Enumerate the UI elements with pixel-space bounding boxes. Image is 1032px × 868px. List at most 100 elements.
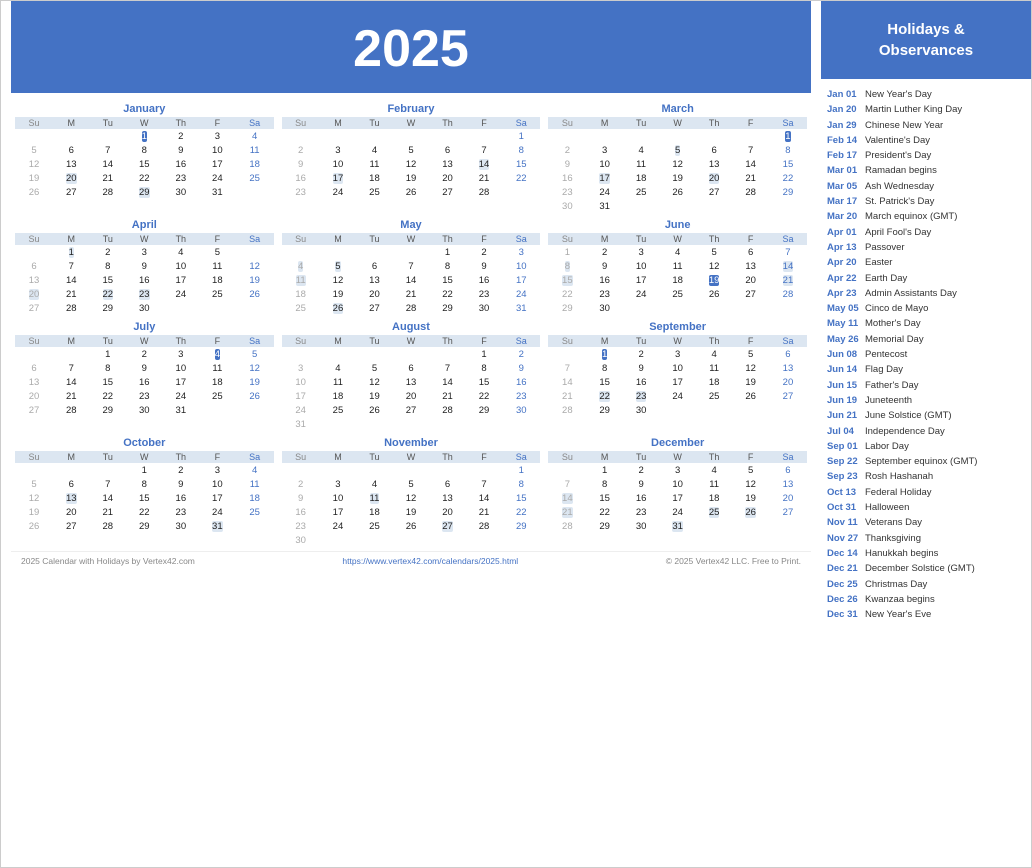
holiday-name: December Solstice (GMT)	[865, 562, 975, 575]
holiday-item: Dec 26Kwanzaa begins	[821, 592, 1031, 607]
holiday-date: Jun 08	[827, 348, 865, 361]
holiday-date: Jun 14	[827, 363, 865, 376]
month-may: May SuMTuWThFSa 123 45678910 11121314151…	[282, 219, 541, 315]
holiday-item: Apr 22Earth Day	[821, 271, 1031, 286]
holiday-item: Sep 23Rosh Hashanah	[821, 469, 1031, 484]
holiday-name: Independence Day	[865, 425, 945, 438]
holiday-item: Apr 01April Fool's Day	[821, 225, 1031, 240]
holiday-name: Earth Day	[865, 272, 907, 285]
footer: 2025 Calendar with Holidays by Vertex42.…	[11, 551, 811, 570]
month-march: March SuMTuWThFSa 1 2345678 910111213141…	[548, 103, 807, 213]
holiday-date: Apr 22	[827, 272, 865, 285]
holiday-date: May 11	[827, 317, 865, 330]
month-june: June SuMTuWThFSa 1234567 891011121314 15…	[548, 219, 807, 315]
holiday-date: Nov 11	[827, 516, 865, 529]
sidebar: Holidays &Observances Jan 01New Year's D…	[821, 1, 1031, 867]
holiday-date: Oct 31	[827, 501, 865, 514]
holiday-date: Jul 04	[827, 425, 865, 438]
holiday-name: Rosh Hashanah	[865, 470, 933, 483]
holiday-date: Dec 14	[827, 547, 865, 560]
holiday-item: Feb 14Valentine's Day	[821, 133, 1031, 148]
month-july: July SuMTuWThFSa 12345 6789101112 131415…	[15, 321, 274, 431]
month-april: April SuMTuWThFSa 12345 6789101112 13141…	[15, 219, 274, 315]
holiday-item: Mar 17St. Patrick's Day	[821, 194, 1031, 209]
holiday-name: President's Day	[865, 149, 931, 162]
holiday-date: Apr 13	[827, 241, 865, 254]
holiday-date: May 26	[827, 333, 865, 346]
holiday-item: May 26Memorial Day	[821, 332, 1031, 347]
holiday-date: May 05	[827, 302, 865, 315]
holiday-name: Veterans Day	[865, 516, 922, 529]
holiday-name: Cinco de Mayo	[865, 302, 928, 315]
footer-url[interactable]: https://www.vertex42.com/calendars/2025.…	[342, 556, 518, 566]
holiday-item: Sep 22September equinox (GMT)	[821, 454, 1031, 469]
month-september: September SuMTuWThFSa 123456 78910111213…	[548, 321, 807, 431]
holiday-name: Mother's Day	[865, 317, 921, 330]
holiday-date: Jun 21	[827, 409, 865, 422]
holiday-name: Chinese New Year	[865, 119, 943, 132]
month-february: February SuMTuWThFSa 1 2345678 910111213…	[282, 103, 541, 213]
holiday-name: Hanukkah begins	[865, 547, 938, 560]
holiday-name: Valentine's Day	[865, 134, 930, 147]
holiday-name: Halloween	[865, 501, 909, 514]
holiday-item: Mar 05Ash Wednesday	[821, 179, 1031, 194]
month-october: October SuMTuWThFSa 1234 567891011 12131…	[15, 437, 274, 547]
holiday-item: Jun 19Juneteenth	[821, 393, 1031, 408]
holiday-item: Oct 31Halloween	[821, 500, 1031, 515]
holiday-item: May 11Mother's Day	[821, 316, 1031, 331]
holiday-item: Jan 20Martin Luther King Day	[821, 102, 1031, 117]
holiday-name: April Fool's Day	[865, 226, 931, 239]
holiday-item: Sep 01Labor Day	[821, 439, 1031, 454]
holiday-item: Dec 31New Year's Eve	[821, 607, 1031, 622]
month-december: December SuMTuWThFSa 123456 78910111213 …	[548, 437, 807, 547]
holiday-item: Mar 20March equinox (GMT)	[821, 209, 1031, 224]
holiday-name: March equinox (GMT)	[865, 210, 957, 223]
holiday-date: Dec 26	[827, 593, 865, 606]
holiday-date: Apr 01	[827, 226, 865, 239]
holiday-item: Dec 25Christmas Day	[821, 577, 1031, 592]
holiday-date: Sep 23	[827, 470, 865, 483]
holiday-name: Father's Day	[865, 379, 919, 392]
month-november: November SuMTuWThFSa 1 2345678 910111213…	[282, 437, 541, 547]
holiday-name: September equinox (GMT)	[865, 455, 977, 468]
holiday-name: Martin Luther King Day	[865, 103, 962, 116]
holiday-date: Mar 01	[827, 164, 865, 177]
holiday-item: Jun 08Pentecost	[821, 347, 1031, 362]
holiday-name: Pentecost	[865, 348, 907, 361]
holiday-name: Easter	[865, 256, 892, 269]
holiday-name: Christmas Day	[865, 578, 927, 591]
holiday-name: Federal Holiday	[865, 486, 932, 499]
holiday-date: Sep 22	[827, 455, 865, 468]
holiday-name: Flag Day	[865, 363, 903, 376]
footer-left: 2025 Calendar with Holidays by Vertex42.…	[21, 556, 195, 566]
holiday-name: Admin Assistants Day	[865, 287, 957, 300]
holiday-date: Apr 20	[827, 256, 865, 269]
month-august: August SuMTuWThFSa 12 3456789 1011121314…	[282, 321, 541, 431]
holiday-item: Oct 13Federal Holiday	[821, 485, 1031, 500]
holiday-item: Dec 21December Solstice (GMT)	[821, 561, 1031, 576]
holiday-date: Jan 01	[827, 88, 865, 101]
holiday-date: Jan 29	[827, 119, 865, 132]
holiday-name: Ash Wednesday	[865, 180, 934, 193]
holiday-name: June Solstice (GMT)	[865, 409, 952, 422]
holiday-item: Nov 27Thanksgiving	[821, 531, 1031, 546]
holiday-item: Jun 21June Solstice (GMT)	[821, 408, 1031, 423]
holiday-date: Dec 31	[827, 608, 865, 621]
holiday-item: May 05Cinco de Mayo	[821, 301, 1031, 316]
sidebar-header: Holidays &Observances	[821, 1, 1031, 79]
holiday-item: Jan 29Chinese New Year	[821, 118, 1031, 133]
holiday-name: New Year's Day	[865, 88, 932, 101]
holiday-item: Apr 13Passover	[821, 240, 1031, 255]
holiday-item: Feb 17President's Day	[821, 148, 1031, 163]
holidays-list: Jan 01New Year's DayJan 20Martin Luther …	[821, 87, 1031, 622]
holiday-item: Nov 11Veterans Day	[821, 515, 1031, 530]
holiday-date: Mar 05	[827, 180, 865, 193]
holiday-date: Apr 23	[827, 287, 865, 300]
holiday-date: Feb 14	[827, 134, 865, 147]
holiday-name: Juneteenth	[865, 394, 912, 407]
calendar-section: 2025 January SuMTuWThFSa 1234 567891011 …	[1, 1, 821, 867]
holiday-item: Dec 14Hanukkah begins	[821, 546, 1031, 561]
page: 2025 January SuMTuWThFSa 1234 567891011 …	[0, 0, 1032, 868]
holiday-date: Sep 01	[827, 440, 865, 453]
holiday-name: Labor Day	[865, 440, 909, 453]
